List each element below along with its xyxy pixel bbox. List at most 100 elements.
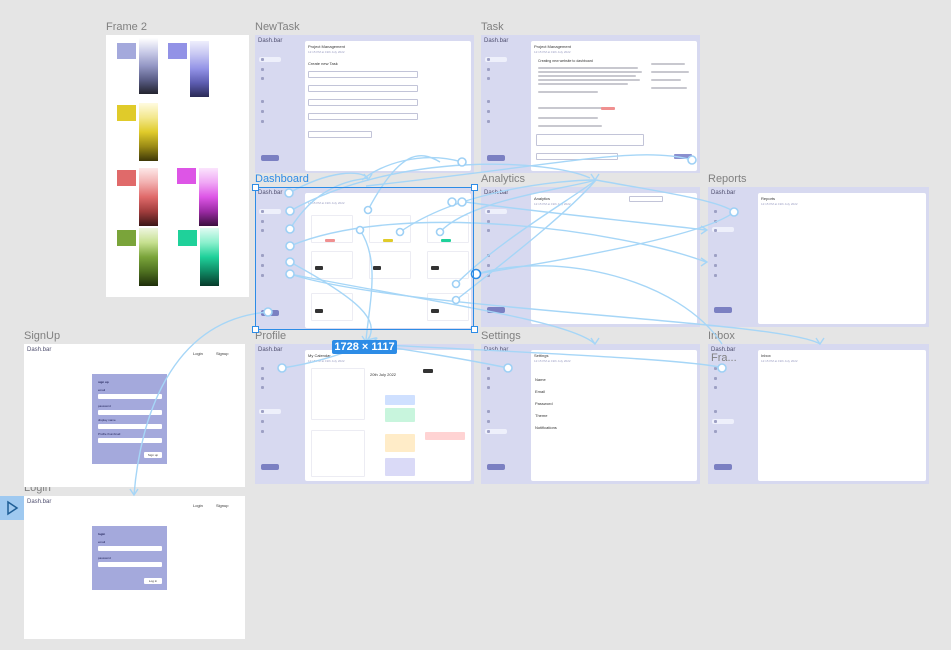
- reports-icon: [487, 77, 490, 80]
- brand-logo: Dash.bar: [258, 38, 283, 44]
- page-subtitle: 12:15 PM at 19th July 2022: [308, 359, 345, 363]
- search-input[interactable]: [629, 196, 663, 202]
- task-assignee-field[interactable]: [308, 85, 418, 92]
- frame-login[interactable]: Dash.bar Login Signup login email passwo…: [24, 496, 245, 639]
- nav-signup[interactable]: Signup: [216, 351, 228, 356]
- frame-label-dashboard[interactable]: Dashboard: [255, 173, 309, 185]
- event-block[interactable]: [385, 434, 415, 452]
- dashboard-icon: [487, 210, 490, 213]
- settings-icon: [714, 274, 717, 277]
- view-toggle[interactable]: [423, 369, 433, 373]
- settings-theme[interactable]: Theme: [535, 413, 547, 418]
- task-title-field[interactable]: [308, 71, 418, 78]
- display-name-label: display name: [98, 418, 116, 422]
- swatch-primary: [117, 43, 136, 59]
- analytics-icon: [487, 377, 490, 380]
- task-deadline-field[interactable]: [308, 113, 418, 120]
- logout-button[interactable]: [714, 307, 732, 313]
- present-button[interactable]: [0, 496, 24, 520]
- inbox-main: Inbox 12:15 PM at 19th July 2022: [758, 350, 926, 481]
- email-field[interactable]: [98, 394, 162, 399]
- login-button[interactable]: Log in: [144, 578, 162, 584]
- logout-button[interactable]: [487, 307, 505, 313]
- comment-line: [538, 125, 602, 127]
- frame-label-signup[interactable]: SignUp: [24, 330, 60, 342]
- settings-password[interactable]: Password: [535, 401, 553, 406]
- logout-button[interactable]: [261, 464, 279, 470]
- settings-email[interactable]: Email: [535, 389, 545, 394]
- task-description-field[interactable]: [308, 99, 418, 106]
- logout-button[interactable]: [714, 464, 732, 470]
- page-title: My Calendar: [308, 353, 331, 358]
- frame-label-newtask[interactable]: NewTask: [255, 21, 300, 33]
- event-block[interactable]: [385, 408, 415, 422]
- dashboard-icon: [261, 58, 264, 61]
- arrowhead-icon: [590, 173, 600, 182]
- frame-inbox[interactable]: Dash.bar Inbox 12:15 PM at 19th July 202…: [708, 344, 929, 484]
- thumbnail-field[interactable]: [98, 438, 162, 443]
- frame-reports[interactable]: Dash.bar Reports 12:15 PM at 19th July 2…: [708, 187, 929, 327]
- thumbnail-label: Profile thumbnail: [98, 432, 121, 436]
- ramp-teal: [200, 228, 219, 286]
- profile-icon: [714, 410, 717, 413]
- signup-button[interactable]: Sign up: [144, 452, 162, 458]
- frame-label-reports[interactable]: Reports: [708, 173, 747, 185]
- frame-analytics[interactable]: Dash.bar Analytics 12:15 PM at 19th July…: [481, 187, 700, 327]
- frame-label-settings[interactable]: Settings: [481, 330, 521, 342]
- task-priority-field[interactable]: [308, 131, 372, 138]
- meta-line: [651, 63, 685, 65]
- send-button[interactable]: [674, 154, 692, 159]
- settings-name[interactable]: Name: [535, 377, 546, 382]
- nav-login[interactable]: Login: [193, 503, 203, 508]
- settings-icon: [714, 430, 717, 433]
- calendar-widget[interactable]: [311, 368, 365, 420]
- settings-notifications[interactable]: Notifications: [535, 425, 557, 430]
- resize-handle-bottom-left[interactable]: [252, 326, 259, 333]
- page-subtitle: 12:15 PM at 19th July 2022: [761, 359, 798, 363]
- email-field[interactable]: [98, 546, 162, 551]
- frame-label-profile[interactable]: Profile: [255, 330, 286, 342]
- play-icon: [7, 500, 19, 516]
- logout-button[interactable]: [487, 155, 505, 161]
- tasks-widget[interactable]: [311, 430, 365, 477]
- password-field[interactable]: [98, 410, 162, 415]
- event-block[interactable]: [425, 432, 465, 440]
- nav-login[interactable]: Login: [193, 351, 203, 356]
- frame-newtask[interactable]: Dash.bar Project Management 12:15 PM at …: [255, 35, 474, 173]
- display-name-field[interactable]: [98, 424, 162, 429]
- event-block[interactable]: [385, 395, 415, 405]
- meta-line: [651, 87, 687, 89]
- frame-frame2[interactable]: [106, 35, 249, 297]
- analytics-icon: [261, 68, 264, 71]
- password-field[interactable]: [98, 562, 162, 567]
- brand-logo: Dash.bar: [258, 347, 283, 353]
- inbox-icon: [261, 110, 264, 113]
- frame-task[interactable]: Dash.bar Project Management 12:15 PM at …: [481, 35, 700, 173]
- analytics-icon: [487, 68, 490, 71]
- page-title: Settings: [534, 353, 549, 358]
- dashboard-icon: [261, 367, 264, 370]
- frame-label-inbox[interactable]: Inbox: [708, 330, 735, 342]
- resize-handle-bottom-right[interactable]: [471, 326, 478, 333]
- logout-button[interactable]: [487, 464, 505, 470]
- page-title: Analytics: [534, 196, 551, 201]
- page-subtitle: 12:15 PM at 19th July 2022: [534, 50, 571, 54]
- comment-input[interactable]: [536, 153, 618, 160]
- dashboard-icon: [487, 367, 490, 370]
- frame-overlay-label: Fra...: [711, 352, 737, 364]
- frame-label-task[interactable]: Task: [481, 21, 504, 33]
- size-badge: 1728 × 1117: [332, 340, 397, 354]
- logout-button[interactable]: [261, 155, 279, 161]
- page-subtitle: 12:15 PM at 19th July 2022: [534, 202, 571, 206]
- resize-handle-top-left[interactable]: [252, 184, 259, 191]
- frame-profile[interactable]: Dash.bar My Calendar 12:15 PM at 19th Ju…: [255, 344, 474, 484]
- frame-settings[interactable]: Dash.bar Settings 12:15 PM at 19th July …: [481, 344, 700, 484]
- task-body-line: [538, 75, 636, 77]
- event-block[interactable]: [385, 458, 415, 476]
- frame-label-frame2[interactable]: Frame 2: [106, 21, 147, 33]
- frame-signup[interactable]: Dash.bar Login Signup sign up email pass…: [24, 344, 245, 487]
- nav-signup[interactable]: Signup: [216, 503, 228, 508]
- comment-box[interactable]: [536, 134, 644, 146]
- frame-label-analytics[interactable]: Analytics: [481, 173, 525, 185]
- resize-handle-top-right[interactable]: [471, 184, 478, 191]
